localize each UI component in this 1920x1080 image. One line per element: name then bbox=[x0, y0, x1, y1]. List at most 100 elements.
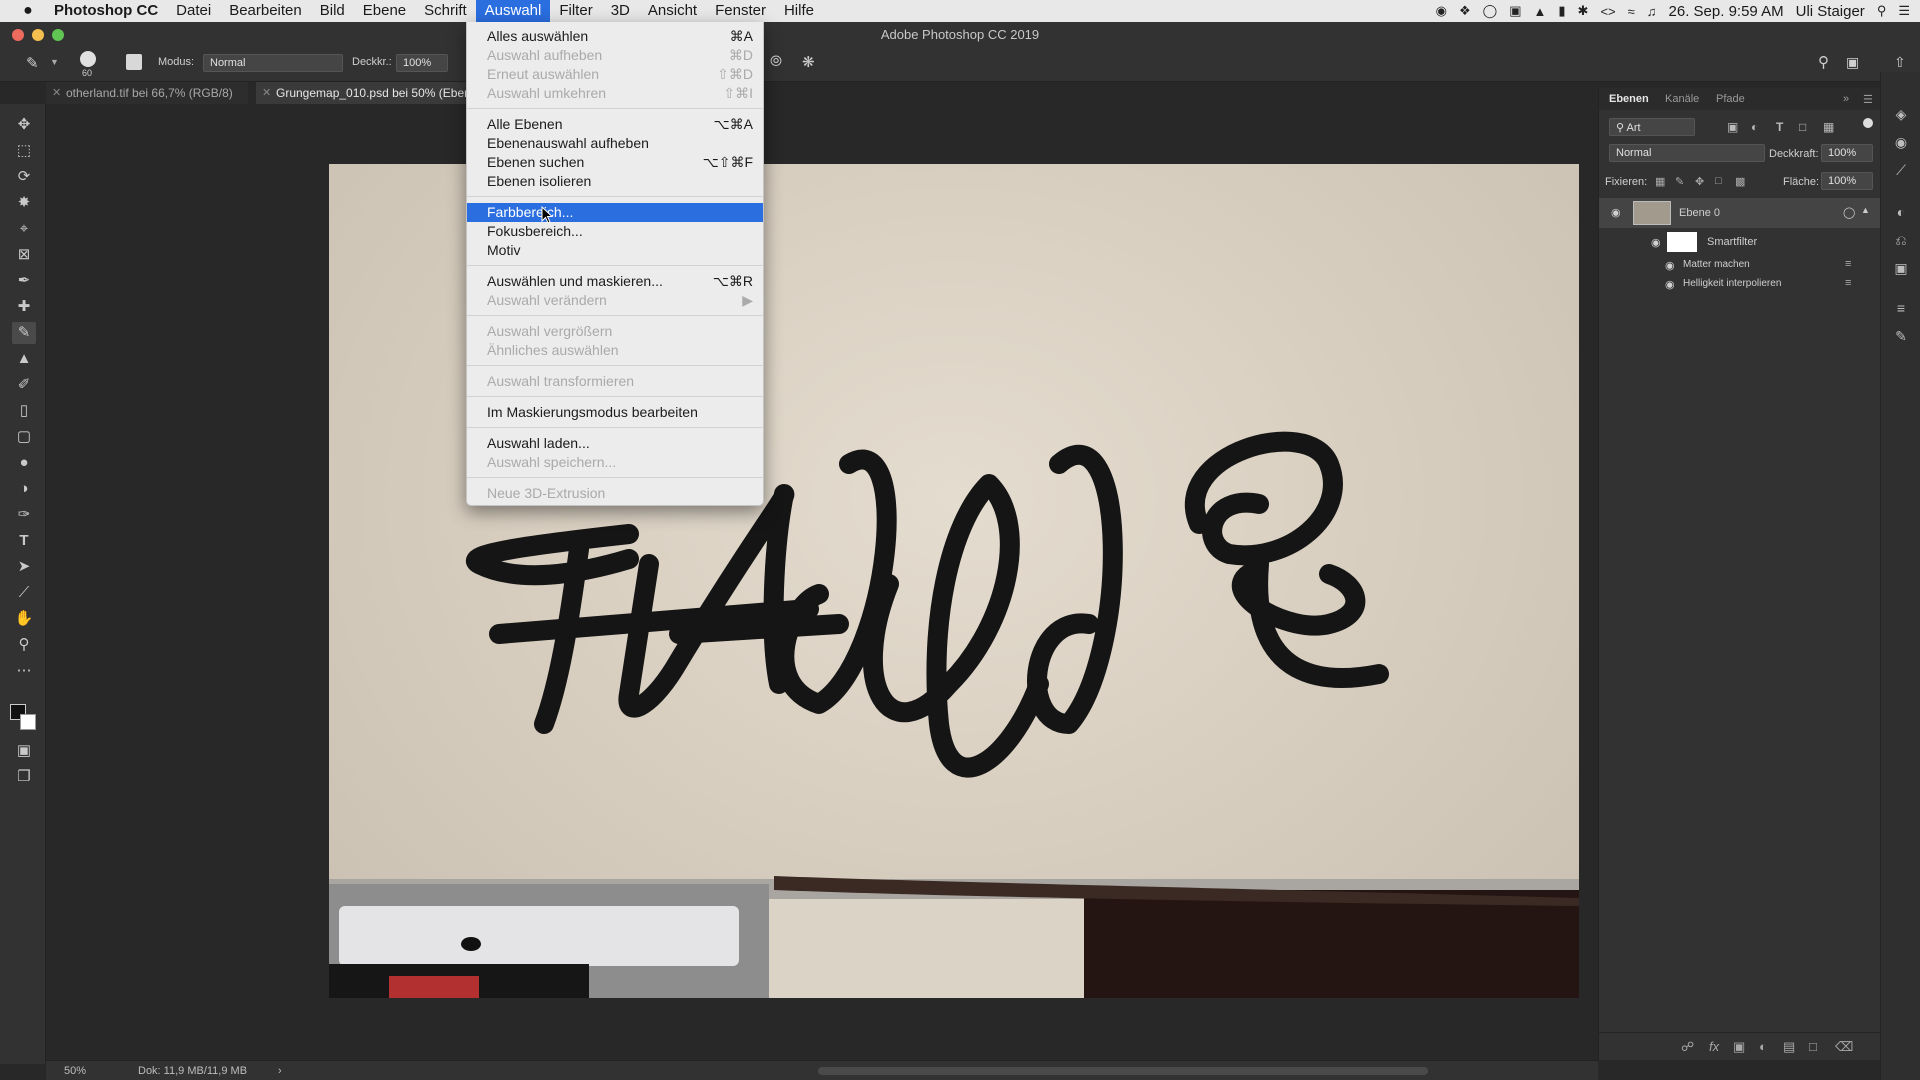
battery-icon[interactable]: ▮ bbox=[1558, 3, 1565, 19]
add-mask-icon[interactable]: ▣ bbox=[1733, 1039, 1745, 1055]
filter-shape-icon[interactable]: □ bbox=[1799, 120, 1806, 134]
visibility-eye-icon[interactable]: ◉ bbox=[1611, 206, 1621, 219]
more-tools-icon[interactable]: ⋯ bbox=[12, 660, 36, 682]
screen-mode-icon[interactable]: ❐ bbox=[12, 766, 36, 788]
tab-otherland[interactable]: ✕ otherland.tif bei 66,7% (RGB/8) bbox=[46, 82, 248, 104]
type-tool-icon[interactable]: T bbox=[12, 530, 36, 552]
properties-icon[interactable]: ≡ bbox=[1891, 300, 1911, 316]
dropbox-icon[interactable]: ❖ bbox=[1459, 3, 1471, 19]
menu-item-ebenen-isolieren[interactable]: Ebenen isolieren bbox=[467, 172, 763, 191]
menu-bearbeiten[interactable]: Bearbeiten bbox=[220, 0, 311, 22]
paths-icon[interactable]: ⟋ bbox=[1891, 162, 1911, 179]
eyedropper-tool-icon[interactable]: ✒ bbox=[12, 270, 36, 292]
dodge-tool-icon[interactable]: ◑ bbox=[12, 478, 36, 500]
blur-tool-icon[interactable]: ● bbox=[12, 452, 36, 474]
filter-options-icon[interactable]: ≡ bbox=[1845, 277, 1851, 289]
record-icon[interactable]: ◉ bbox=[1436, 3, 1447, 19]
pen-tool-icon[interactable]: ✑ bbox=[12, 504, 36, 526]
creative-cloud-icon[interactable]: ◯ bbox=[1483, 3, 1498, 19]
menu-item-ebenenauswahl-aufheben[interactable]: Ebenenauswahl aufheben bbox=[467, 134, 763, 153]
apple-menu-icon[interactable]: ● bbox=[16, 2, 40, 20]
brush-settings-icon[interactable] bbox=[126, 54, 142, 70]
lock-position-icon[interactable]: ✥ bbox=[1695, 175, 1704, 188]
menu-item-im-maskierungsmodus-bearbeiten[interactable]: Im Maskierungsmodus bearbeiten bbox=[467, 403, 763, 422]
libraries-icon[interactable]: ▣ bbox=[1891, 260, 1911, 277]
line-tool-icon[interactable]: ⟋ bbox=[12, 582, 36, 604]
gradient-tool-icon[interactable]: ▢ bbox=[12, 426, 36, 448]
collapse-effects-icon[interactable]: ▲ bbox=[1861, 205, 1870, 215]
menu-item-ebenen-suchen[interactable]: Ebenen suchen ⌥⇧⌘F bbox=[467, 153, 763, 172]
zoom-level[interactable]: 50% bbox=[64, 1065, 86, 1077]
close-tab-icon[interactable]: ✕ bbox=[52, 82, 61, 104]
eraser-tool-icon[interactable]: ▯ bbox=[12, 400, 36, 422]
new-group-icon[interactable]: ▤ bbox=[1783, 1039, 1795, 1055]
panel-menu-icon[interactable]: ☰ bbox=[1863, 93, 1873, 106]
layer-opacity-field[interactable]: 100% bbox=[1821, 144, 1873, 162]
tab-pfade[interactable]: Pfade bbox=[1716, 93, 1745, 105]
blend-mode-select[interactable]: Normal bbox=[1609, 144, 1765, 162]
brush-tool-preset-icon[interactable]: ✎ bbox=[26, 54, 39, 72]
filter-smartobject-icon[interactable]: ▦ bbox=[1823, 120, 1834, 134]
menu-ebene[interactable]: Ebene bbox=[354, 0, 415, 22]
crop-tool-icon[interactable]: ⌖ bbox=[12, 218, 36, 240]
lock-artboard-icon[interactable]: □ bbox=[1715, 175, 1722, 187]
search-icon[interactable]: ⚲ bbox=[1818, 53, 1829, 71]
healing-brush-tool-icon[interactable]: ✚ bbox=[12, 296, 36, 318]
close-tab-icon[interactable]: ✕ bbox=[262, 82, 271, 104]
menu-item-motiv[interactable]: Motiv bbox=[467, 241, 763, 260]
channels-icon[interactable]: ◉ bbox=[1891, 134, 1911, 151]
tab-ebenen[interactable]: Ebenen bbox=[1609, 93, 1649, 105]
wifi-icon[interactable]: ≈ bbox=[1628, 4, 1635, 19]
lock-transparency-icon[interactable]: ▦ bbox=[1655, 175, 1665, 188]
filter-row-helligkeit[interactable]: ◉ Helligkeit interpolieren ≡ bbox=[1599, 275, 1881, 293]
link-layers-icon[interactable]: ☍ bbox=[1681, 1039, 1694, 1055]
workspace-icon[interactable]: ▣ bbox=[1846, 54, 1859, 71]
menu-hilfe[interactable]: Hilfe bbox=[775, 0, 823, 22]
menu-item-alles-auswählen[interactable]: Alles auswählen ⌘A bbox=[467, 27, 763, 46]
clock[interactable]: 26. Sep. 9:59 AM bbox=[1669, 3, 1784, 20]
menu-item-auswählen-und-maskieren[interactable]: Auswählen und maskieren... ⌥⌘R bbox=[467, 272, 763, 291]
horizontal-scrollbar[interactable] bbox=[818, 1067, 1428, 1075]
background-color-swatch[interactable] bbox=[20, 714, 36, 730]
stamp-tool-icon[interactable]: ▲ bbox=[12, 348, 36, 370]
menu-3d[interactable]: 3D bbox=[602, 0, 639, 22]
opacity-field[interactable]: 100% bbox=[396, 54, 448, 72]
visibility-eye-icon[interactable]: ◉ bbox=[1651, 236, 1661, 249]
menu-item-alle-ebenen[interactable]: Alle Ebenen ⌥⌘A bbox=[467, 115, 763, 134]
path-selection-tool-icon[interactable]: ➤ bbox=[12, 556, 36, 578]
pressure-opacity-icon[interactable]: ⦾ bbox=[770, 53, 782, 70]
quick-mask-icon[interactable]: ▣ bbox=[12, 740, 36, 762]
adjustments-icon[interactable]: ◐ bbox=[1891, 204, 1911, 220]
move-tool-icon[interactable]: ✥ bbox=[12, 114, 36, 136]
volume-icon[interactable]: ♫ bbox=[1647, 4, 1657, 19]
smartfilter-row[interactable]: ◉ Smartfilter bbox=[1599, 230, 1881, 254]
menu-auswahl[interactable]: Auswahl bbox=[475, 0, 551, 22]
symmetry-icon[interactable]: ❋ bbox=[802, 53, 815, 71]
menu-item-auswahl-laden[interactable]: Auswahl laden... bbox=[467, 434, 763, 453]
history-brush-tool-icon[interactable]: ✐ bbox=[12, 374, 36, 396]
app-status-icon[interactable]: ▣ bbox=[1509, 3, 1521, 19]
brush-tool-icon[interactable]: ✎ bbox=[12, 322, 36, 344]
menu-bild[interactable]: Bild bbox=[311, 0, 354, 22]
adjustment-layer-icon[interactable]: ◐ bbox=[1759, 1039, 1767, 1054]
brush-preview-icon[interactable] bbox=[80, 51, 96, 67]
visibility-eye-icon[interactable]: ◉ bbox=[1665, 278, 1675, 291]
menu-ansicht[interactable]: Ansicht bbox=[639, 0, 706, 22]
menu-fenster[interactable]: Fenster bbox=[706, 0, 775, 22]
bell-icon[interactable]: ▲ bbox=[1534, 4, 1547, 19]
menu-item-farbbereich[interactable]: Farbbereich... bbox=[467, 203, 763, 222]
menu-item-fokusbereich[interactable]: Fokusbereich... bbox=[467, 222, 763, 241]
layer-filter-select[interactable]: ⚲ Art bbox=[1609, 118, 1695, 136]
zoom-tool-icon[interactable]: ⚲ bbox=[12, 634, 36, 656]
layer-name[interactable]: Ebene 0 bbox=[1679, 207, 1720, 219]
lasso-tool-icon[interactable]: ⟳ bbox=[12, 166, 36, 188]
notification-center-icon[interactable]: ☰ bbox=[1898, 3, 1910, 19]
menu-filter[interactable]: Filter bbox=[550, 0, 601, 22]
magic-wand-tool-icon[interactable]: ✸ bbox=[12, 192, 36, 214]
marquee-tool-icon[interactable]: ⬚ bbox=[12, 140, 36, 162]
bluetooth-icon[interactable]: ✱ bbox=[1578, 3, 1589, 19]
lock-pixels-icon[interactable]: ✎ bbox=[1675, 175, 1684, 188]
status-chevron-icon[interactable]: › bbox=[278, 1065, 282, 1077]
mode-select[interactable]: Normal bbox=[203, 54, 343, 72]
menu-datei[interactable]: Datei bbox=[167, 0, 220, 22]
